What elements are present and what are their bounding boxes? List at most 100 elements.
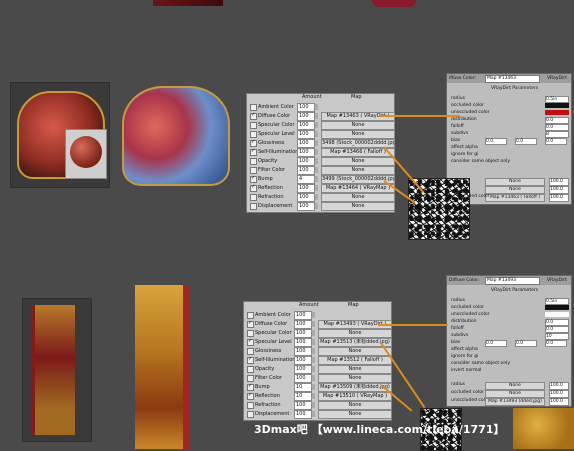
rollout-title[interactable]: VRayDirt Parameters <box>491 288 538 293</box>
map-slot-checkbox[interactable] <box>250 184 257 192</box>
map-amount-spinner[interactable]: 100 <box>297 202 315 211</box>
dirt-map-amount[interactable]: 100.0 <box>549 390 569 398</box>
subdivs-field[interactable]: 10 <box>545 333 569 340</box>
map-slot-checkbox[interactable] <box>247 338 254 346</box>
dirt-map-button[interactable]: None <box>485 186 545 194</box>
spinner-arrows-icon[interactable] <box>315 131 318 137</box>
occluded-color-swatch[interactable] <box>545 103 569 108</box>
occluded-color-swatch[interactable] <box>545 305 569 310</box>
unoccluded-color-swatch[interactable] <box>545 312 569 317</box>
map-amount-spinner[interactable]: 100 <box>294 410 312 419</box>
rollout-title[interactable]: VRayDirt Parameters <box>491 86 538 91</box>
dirt-map-amount[interactable]: 100.0 <box>549 186 569 194</box>
dirt-map-amount[interactable]: 100.0 <box>549 194 569 202</box>
bias-x-field[interactable]: 0.0 <box>485 340 507 347</box>
dirt-map-button[interactable]: None <box>485 178 545 186</box>
map-amount-spinner[interactable]: 10 <box>294 383 312 392</box>
map-amount-spinner[interactable]: 100 <box>294 347 312 356</box>
map-slot-button[interactable]: None <box>321 193 395 202</box>
falloff-field[interactable]: 0.0 <box>545 326 569 333</box>
spinner-arrows-icon[interactable] <box>312 330 315 336</box>
unoccluded-color-swatch[interactable] <box>545 110 569 115</box>
map-slot-checkbox[interactable] <box>250 148 257 156</box>
map-slot-checkbox[interactable] <box>250 194 257 201</box>
map-amount-spinner[interactable]: 100 <box>297 157 315 166</box>
spinner-arrows-icon[interactable] <box>312 348 315 354</box>
map-amount-spinner[interactable]: 100 <box>297 112 315 121</box>
map-amount-spinner[interactable]: 100 <box>297 166 315 175</box>
spinner-arrows-icon[interactable] <box>315 122 318 128</box>
map-slot-checkbox[interactable] <box>247 402 254 409</box>
spinner-arrows-icon[interactable] <box>315 149 318 155</box>
map-slot-checkbox[interactable] <box>250 131 257 138</box>
map-slot-button[interactable]: None <box>318 329 392 338</box>
map-amount-spinner[interactable]: 100 <box>297 148 315 157</box>
spinner-arrows-icon[interactable] <box>312 321 315 327</box>
map-amount-spinner[interactable]: 100 <box>297 130 315 139</box>
map-slot-button[interactable]: None <box>318 374 392 383</box>
dirt-map-amount[interactable]: 100.0 <box>549 178 569 186</box>
map-amount-spinner[interactable]: 100 <box>294 374 312 383</box>
spinner-arrows-icon[interactable] <box>312 402 315 408</box>
spinner-arrows-icon[interactable] <box>315 113 318 119</box>
map-slot-checkbox[interactable] <box>247 312 254 319</box>
map-slot-checkbox[interactable] <box>247 356 254 364</box>
spinner-arrows-icon[interactable] <box>312 393 315 399</box>
spinner-arrows-icon[interactable] <box>315 158 318 164</box>
map-amount-spinner[interactable]: 100 <box>294 401 312 410</box>
bias-z-field[interactable]: 0.0 <box>545 138 567 145</box>
bias-x-field[interactable]: 0.0 <box>485 138 507 145</box>
bias-y-field[interactable]: 0.0 <box>515 340 537 347</box>
map-amount-spinner[interactable]: 100 <box>294 365 312 374</box>
map-slot-button[interactable]: None <box>321 157 395 166</box>
spinner-arrows-icon[interactable] <box>315 185 318 191</box>
map-slot-button[interactable]: None <box>321 130 395 139</box>
map-amount-spinner[interactable]: 4 <box>297 175 315 184</box>
map-slot-button[interactable]: None <box>321 121 395 130</box>
dirt-map-button[interactable]: Map #13493 (dded.jpg) <box>485 398 545 406</box>
bias-z-field[interactable]: 0.0 <box>545 340 567 347</box>
spinner-arrows-icon[interactable] <box>312 312 315 318</box>
map-slot-button[interactable]: None <box>318 410 392 419</box>
spinner-arrows-icon[interactable] <box>312 375 315 381</box>
spinner-arrows-icon[interactable] <box>312 366 315 372</box>
dirt-map-button[interactable]: Map #13463 ( Falloff ) <box>485 194 545 202</box>
map-slot-checkbox[interactable] <box>250 167 257 174</box>
map-amount-spinner[interactable]: 10 <box>294 392 312 401</box>
map-slot-button[interactable]: Map #13464 ( VRayMap ) <box>321 184 395 193</box>
bias-y-field[interactable]: 0.0 <box>515 138 537 145</box>
map-amount-spinner[interactable]: 100 <box>297 184 315 193</box>
radius-field[interactable]: 0.5in <box>545 298 569 305</box>
map-slot-checkbox[interactable] <box>247 320 254 328</box>
map-slot-checkbox[interactable] <box>247 375 254 382</box>
spinner-arrows-icon[interactable] <box>315 203 318 209</box>
map-slot-checkbox[interactable] <box>250 158 257 165</box>
map-slot-button[interactable]: None <box>321 202 395 211</box>
map-slot-checkbox[interactable] <box>247 392 254 400</box>
map-name-field[interactable]: Map #13463 <box>485 75 540 83</box>
map-slot-button[interactable]: None <box>318 347 392 356</box>
map-name-field[interactable]: Map #13493 <box>485 277 540 285</box>
spinner-arrows-icon[interactable] <box>312 339 315 345</box>
map-amount-spinner[interactable]: 100 <box>294 320 312 329</box>
map-slot-checkbox[interactable] <box>250 122 257 129</box>
map-amount-spinner[interactable]: 100 <box>297 121 315 130</box>
map-slot-checkbox[interactable] <box>250 112 257 120</box>
map-amount-spinner[interactable]: 100 <box>294 338 312 347</box>
map-slot-checkbox[interactable] <box>250 175 257 183</box>
dirt-map-amount[interactable]: 100.0 <box>549 382 569 390</box>
spinner-arrows-icon[interactable] <box>315 104 318 110</box>
spinner-arrows-icon[interactable] <box>312 384 315 390</box>
map-slot-button[interactable]: Map #13512 ( Falloff ) <box>318 356 392 365</box>
spinner-arrows-icon[interactable] <box>312 357 315 363</box>
spinner-arrows-icon[interactable] <box>312 411 315 417</box>
map-amount-spinner[interactable]: 100 <box>294 329 312 338</box>
map-slot-button[interactable]: Map #13510 ( VRayMap ) <box>318 392 392 401</box>
map-amount-spinner[interactable]: 100 <box>297 139 315 148</box>
map-amount-spinner[interactable]: 100 <box>294 356 312 365</box>
map-slot-checkbox[interactable] <box>247 383 254 391</box>
spinner-arrows-icon[interactable] <box>315 194 318 200</box>
map-slot-button[interactable]: None <box>318 401 392 410</box>
map-slot-checkbox[interactable] <box>247 330 254 337</box>
dirt-map-amount[interactable]: 100.0 <box>549 398 569 406</box>
